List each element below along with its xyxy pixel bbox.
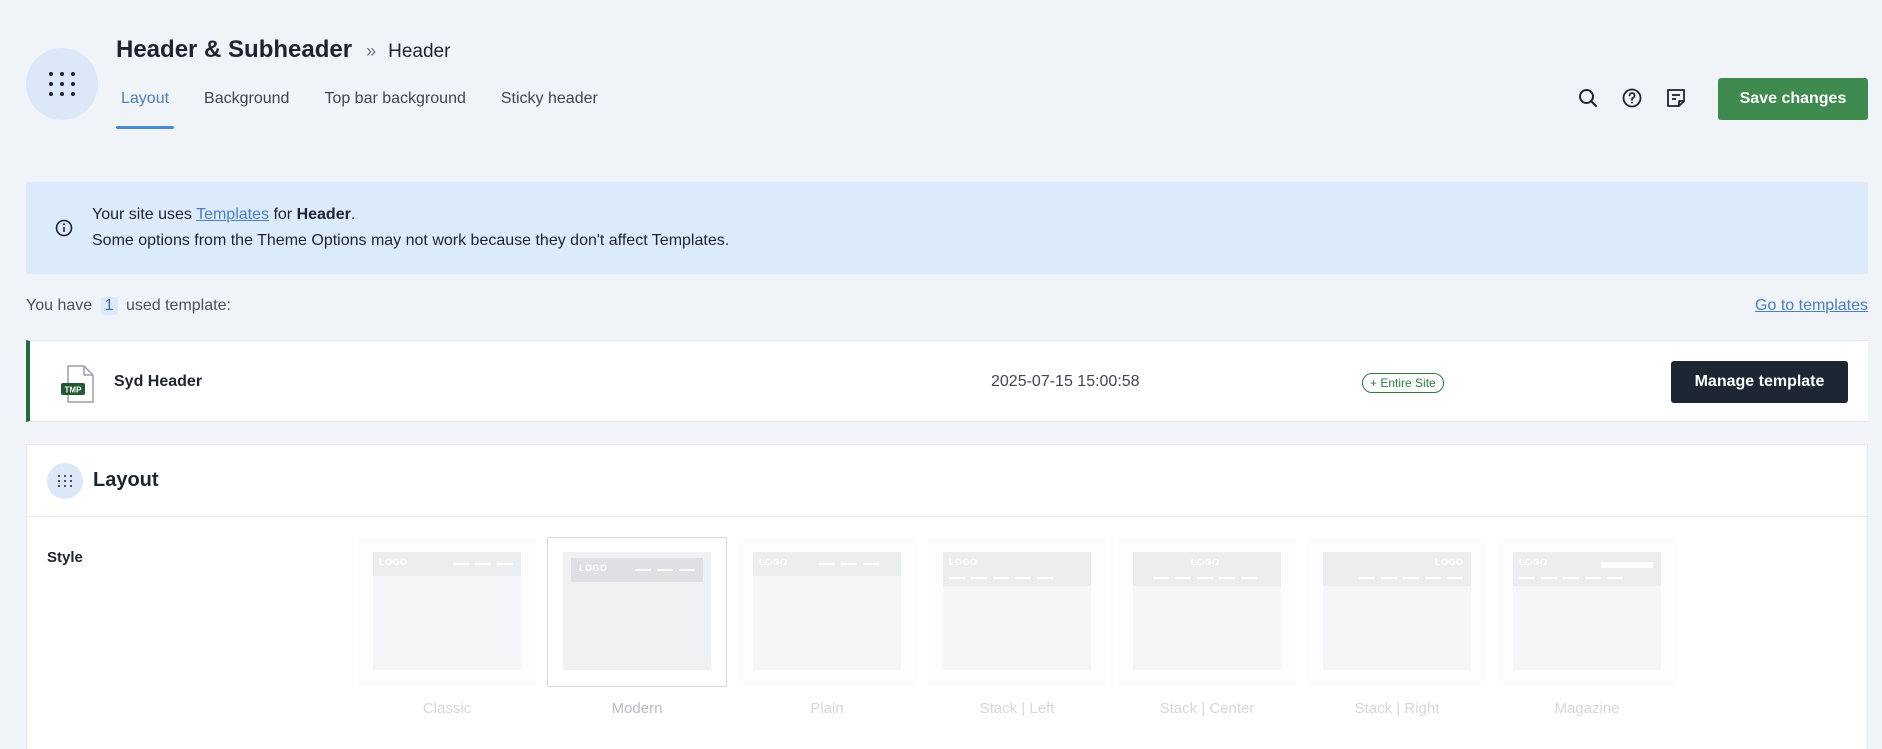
style-name: Classic: [422, 700, 472, 717]
save-changes-button[interactable]: Save changes: [1718, 78, 1868, 120]
used-templates-count: You have 1 used template:: [26, 297, 231, 315]
style-option-stack-right[interactable]: LOGO Stack | Right: [1307, 537, 1487, 717]
tab-sticky-header[interactable]: Sticky header: [496, 86, 603, 132]
layout-panel: Layout Style LOGO Classic LOGO Modern LO…: [26, 444, 1868, 749]
breadcrumb-separator: »: [366, 41, 377, 61]
notice-line-1: Your site uses Templates for Header.: [92, 206, 356, 223]
template-name: Syd Header: [114, 373, 203, 390]
style-option-modern[interactable]: LOGO Modern: [547, 537, 727, 717]
tab-layout[interactable]: Layout: [116, 86, 175, 132]
templates-notice: Your site uses Templates for Header. Som…: [26, 182, 1868, 274]
notes-icon[interactable]: [1664, 86, 1688, 110]
search-icon[interactable]: [1576, 86, 1600, 110]
style-name: Plain: [810, 700, 844, 717]
panel-title: Layout: [93, 469, 159, 491]
style-option-magazine[interactable]: LOGO Magazine: [1497, 537, 1677, 717]
style-thumbnail: LOGO: [563, 552, 711, 670]
style-thumbnail: LOGO: [373, 552, 521, 670]
info-icon: [55, 219, 73, 237]
style-name: Magazine: [1554, 700, 1620, 717]
svg-text:TMP: TMP: [65, 386, 83, 395]
style-label: Style: [47, 549, 83, 566]
notice-line-2: Some options from the Theme Options may …: [92, 232, 730, 249]
style-name: Stack | Center: [1159, 700, 1255, 717]
template-row: TMP Syd Header 2025-07-15 15:00:58 + Ent…: [26, 340, 1868, 422]
scope-badge: + Entire Site: [1362, 373, 1444, 393]
style-name: Modern: [611, 700, 663, 717]
style-name: Stack | Left: [979, 700, 1055, 717]
panel-header: Layout: [27, 445, 1867, 517]
style-name: Stack | Right: [1354, 700, 1440, 717]
style-thumbnail: LOGO: [1323, 552, 1471, 670]
go-to-templates-link[interactable]: Go to templates: [1755, 297, 1868, 315]
grid-icon: [47, 463, 83, 499]
style-option-stack-left[interactable]: LOGO Stack | Left: [927, 537, 1107, 717]
app-grid-icon[interactable]: [26, 48, 98, 120]
style-option-stack-center[interactable]: LOGO Stack | Center: [1117, 537, 1297, 717]
style-option-classic[interactable]: LOGO Classic: [357, 537, 537, 717]
breadcrumb: Header & Subheader » Header: [116, 36, 450, 64]
style-thumbnail: LOGO: [1513, 552, 1661, 670]
page-header: Header & Subheader » Header Layout Backg…: [0, 0, 1882, 150]
style-options: LOGO Classic LOGO Modern LOGO Plain LOGO…: [357, 537, 1687, 717]
style-option-plain[interactable]: LOGO Plain: [737, 537, 917, 717]
page-title: Header & Subheader: [116, 36, 353, 63]
help-icon[interactable]: [1620, 86, 1644, 110]
template-date: 2025-07-15 15:00:58: [991, 373, 1140, 390]
templates-link[interactable]: Templates: [196, 206, 269, 223]
tab-top-bar-background[interactable]: Top bar background: [319, 86, 470, 132]
manage-template-button[interactable]: Manage template: [1671, 361, 1848, 403]
tab-bar: Layout Background Top bar background Sti…: [116, 86, 628, 132]
count-badge: 1: [100, 297, 118, 315]
breadcrumb-current: Header: [388, 41, 451, 62]
style-thumbnail: LOGO: [753, 552, 901, 670]
tab-background[interactable]: Background: [199, 86, 294, 132]
style-thumbnail: LOGO: [943, 552, 1091, 670]
template-file-icon: TMP: [61, 365, 94, 403]
toolbar: [1576, 86, 1708, 110]
style-thumbnail: LOGO: [1133, 552, 1281, 670]
